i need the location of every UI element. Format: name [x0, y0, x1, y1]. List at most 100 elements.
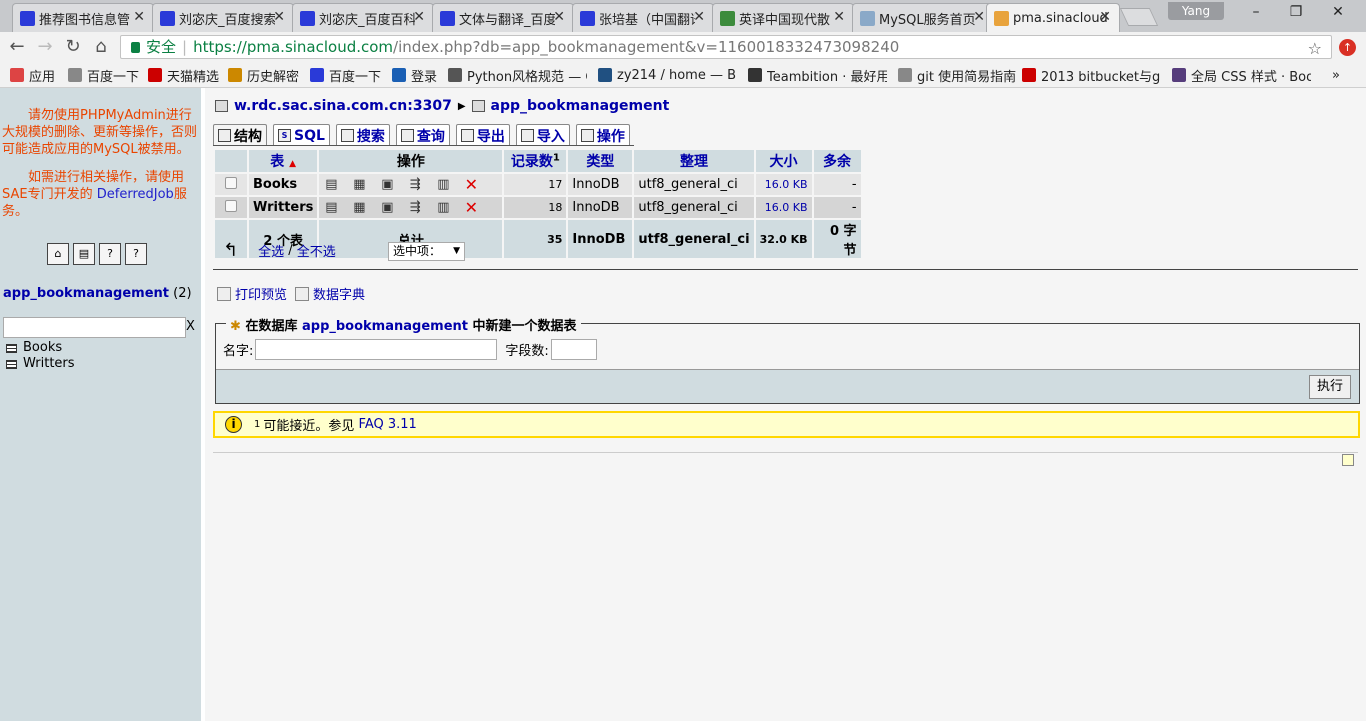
- bookmark-item[interactable]: 天猫精选: [148, 66, 219, 85]
- maximize-button[interactable]: ❐: [1276, 4, 1316, 24]
- help-icon[interactable]: ?: [125, 243, 147, 265]
- bookmark-item[interactable]: Teambition · 最好用的: [748, 66, 887, 85]
- structure-icon[interactable]: ▦: [351, 200, 367, 216]
- drop-icon[interactable]: ✕: [463, 176, 479, 193]
- close-tab-icon[interactable]: ✕: [693, 9, 705, 25]
- browser-tab[interactable]: pma.sinacloud ✕: [986, 3, 1120, 32]
- bookmark-star-icon[interactable]: ☆: [1308, 39, 1322, 58]
- print-view-item[interactable]: 打印预览: [217, 284, 287, 303]
- browser-tab[interactable]: 英译中国现代散 ✕: [712, 3, 854, 32]
- bookmark-item[interactable]: Python风格规范 — G: [448, 66, 587, 85]
- empty-icon[interactable]: ▥: [435, 177, 451, 193]
- header-type[interactable]: 类型: [568, 150, 633, 172]
- header-collation[interactable]: 整理: [634, 150, 754, 172]
- search-icon[interactable]: ▣: [379, 200, 395, 216]
- uncheck-all-link[interactable]: 全不选: [297, 241, 336, 260]
- data-dict-item[interactable]: 数据字典: [295, 284, 365, 303]
- table-filter-input[interactable]: [3, 317, 186, 338]
- new-tab-button[interactable]: [1119, 8, 1159, 26]
- db-name-link[interactable]: app_bookmanagement: [3, 286, 169, 301]
- minimize-button[interactable]: –: [1236, 4, 1276, 24]
- row-checkbox[interactable]: [225, 176, 237, 189]
- close-tab-icon[interactable]: ✕: [553, 9, 565, 25]
- browse-icon[interactable]: ▤: [323, 200, 339, 216]
- address-bar[interactable]: 安全 | https://pma.sinacloud.com/index.php?d…: [120, 35, 1332, 59]
- row-size[interactable]: 16.0 KB: [755, 197, 812, 218]
- tab-structure[interactable]: 结构: [213, 124, 267, 146]
- bookmark-item[interactable]: 百度一下: [68, 66, 139, 85]
- browse-icon[interactable]: ▤: [323, 177, 339, 193]
- server-link[interactable]: w.rdc.sac.sina.com.cn:3307: [234, 98, 452, 114]
- browser-tab[interactable]: 刘宓庆_百度搜索 ✕: [152, 3, 294, 32]
- browser-tab[interactable]: MySQL服务首页 ✕: [852, 3, 994, 32]
- row-checkbox[interactable]: [225, 199, 237, 212]
- bookmark-item[interactable]: 全局 CSS 样式 · Boot: [1172, 66, 1311, 85]
- browser-tab[interactable]: 推荐图书信息管 ✕: [12, 3, 154, 32]
- browser-tab[interactable]: 刘宓庆_百度百科 ✕: [292, 3, 434, 32]
- close-tab-icon[interactable]: ✕: [273, 9, 285, 25]
- bookmark-item[interactable]: 百度一下: [310, 66, 381, 85]
- bookmark-item[interactable]: git 使用简易指南: [898, 66, 1016, 85]
- home-icon[interactable]: ⌂: [47, 243, 69, 265]
- header-overhead[interactable]: 多余: [813, 150, 861, 172]
- bookmark-item[interactable]: 应用: [10, 66, 55, 85]
- browser-tab[interactable]: 文体与翻译_百度 ✕: [432, 3, 574, 32]
- tab-query[interactable]: 查询: [395, 124, 450, 146]
- bookmark-item[interactable]: 2013 bitbucket与git: [1022, 66, 1161, 85]
- docs-icon[interactable]: ?: [99, 243, 121, 265]
- home-icon[interactable]: ⌂: [90, 37, 112, 57]
- close-window-button[interactable]: ✕: [1318, 4, 1358, 24]
- table-list-item[interactable]: Writters: [6, 356, 75, 372]
- table-list-item[interactable]: Books: [6, 340, 75, 356]
- tab-sql[interactable]: S SQL: [273, 124, 330, 146]
- bookmark-item[interactable]: 历史解密: [228, 66, 299, 85]
- tab-search[interactable]: 搜索: [335, 124, 390, 146]
- sql-query-icon[interactable]: ▤: [73, 243, 95, 265]
- table-link[interactable]: Writters: [23, 356, 75, 372]
- close-tab-icon[interactable]: ✕: [413, 9, 425, 25]
- close-tab-icon[interactable]: ✕: [973, 9, 985, 25]
- tab-export[interactable]: 导出: [455, 124, 510, 146]
- field-count-input[interactable]: [550, 339, 597, 360]
- more-bookmarks-button[interactable]: »: [1332, 66, 1340, 84]
- insert-icon[interactable]: ⇶: [407, 177, 423, 193]
- data-dict-link[interactable]: 数据字典: [313, 288, 365, 303]
- drop-icon[interactable]: ✕: [463, 199, 479, 216]
- tab-import[interactable]: 导入: [515, 124, 570, 146]
- extension-icon[interactable]: ↑: [1339, 39, 1356, 56]
- structure-icon[interactable]: ▦: [351, 177, 367, 193]
- reload-icon[interactable]: ↻: [62, 37, 84, 57]
- close-tab-icon[interactable]: ✕: [1099, 9, 1111, 25]
- check-all-link[interactable]: 全选: [258, 241, 284, 260]
- header-size[interactable]: 大小: [755, 150, 812, 172]
- bookmark-item[interactable]: 登录: [392, 66, 437, 85]
- row-size[interactable]: 16.0 KB: [755, 174, 812, 195]
- deferredjob-link[interactable]: DeferredJob: [97, 187, 174, 202]
- legend-db-link[interactable]: app_bookmanagement: [302, 319, 468, 334]
- go-button[interactable]: 执行: [1309, 375, 1351, 399]
- search-icon[interactable]: ▣: [379, 177, 395, 193]
- with-selected-select[interactable]: 选中项： ▼: [388, 242, 465, 261]
- forward-icon[interactable]: →: [34, 37, 56, 57]
- table-name-input[interactable]: [255, 339, 498, 360]
- print-view-link[interactable]: 打印预览: [235, 288, 287, 303]
- header-table[interactable]: 表 ▲: [249, 150, 318, 172]
- clear-filter-button[interactable]: X: [186, 319, 195, 334]
- row-table-name[interactable]: Writters: [249, 197, 318, 218]
- tab-operations[interactable]: 操作: [575, 124, 630, 146]
- notes-icon[interactable]: [1342, 454, 1354, 466]
- faq-link[interactable]: FAQ 3.11: [359, 417, 417, 432]
- table-link[interactable]: Books: [23, 340, 62, 356]
- row-table-name[interactable]: Books: [249, 174, 318, 195]
- insert-icon[interactable]: ⇶: [407, 200, 423, 216]
- header-records[interactable]: 记录数1: [504, 150, 567, 172]
- browser-tab[interactable]: 张培基（中国翻译 ✕: [572, 3, 714, 32]
- close-tab-icon[interactable]: ✕: [133, 9, 145, 25]
- empty-icon[interactable]: ▥: [435, 200, 451, 216]
- bookmark-item[interactable]: zy214 / home — Bit: [598, 66, 737, 84]
- database-link[interactable]: app_bookmanagement: [491, 98, 670, 114]
- sql-icon: S: [278, 129, 291, 142]
- back-icon[interactable]: ←: [6, 37, 28, 57]
- close-tab-icon[interactable]: ✕: [833, 9, 845, 25]
- profile-badge[interactable]: Yang: [1168, 2, 1224, 20]
